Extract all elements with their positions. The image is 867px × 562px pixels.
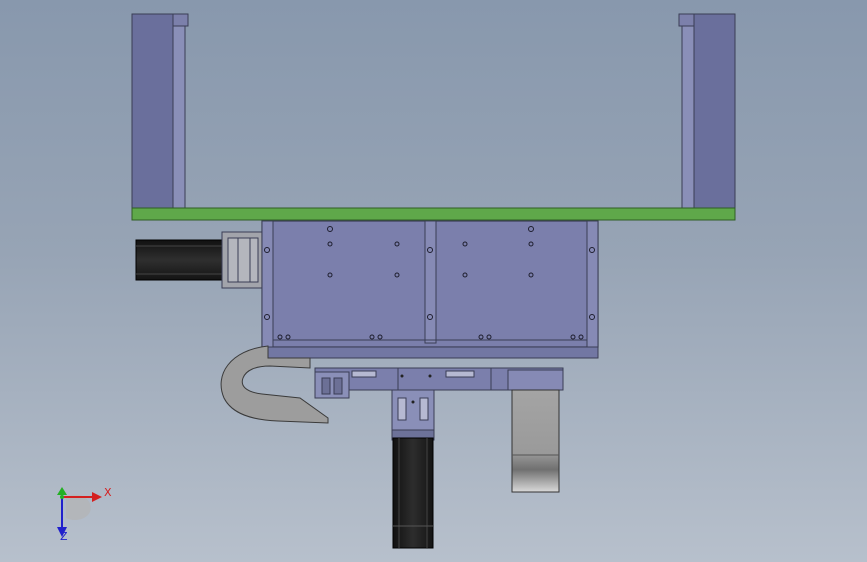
green-base-plate[interactable] <box>131 207 736 221</box>
vertical-motor[interactable] <box>392 437 434 549</box>
assembly-view[interactable] <box>0 0 867 562</box>
gantry-housing[interactable] <box>261 220 599 359</box>
cad-viewport[interactable]: X Z <box>0 0 867 562</box>
left-column[interactable] <box>131 13 189 209</box>
right-column[interactable] <box>678 13 736 209</box>
vertical-slide[interactable] <box>391 389 435 441</box>
triad-shadow <box>66 494 91 520</box>
x-axis-label: X <box>104 486 112 499</box>
z-axis-label: Z <box>60 530 68 543</box>
triad-origin <box>60 495 64 499</box>
y-axis-arrow-icon <box>57 487 67 495</box>
gantry-bottom-rail <box>261 346 599 359</box>
x-axis-arrow-icon <box>92 492 102 502</box>
flat-cable[interactable] <box>511 389 560 493</box>
horizontal-motor[interactable] <box>135 231 265 289</box>
